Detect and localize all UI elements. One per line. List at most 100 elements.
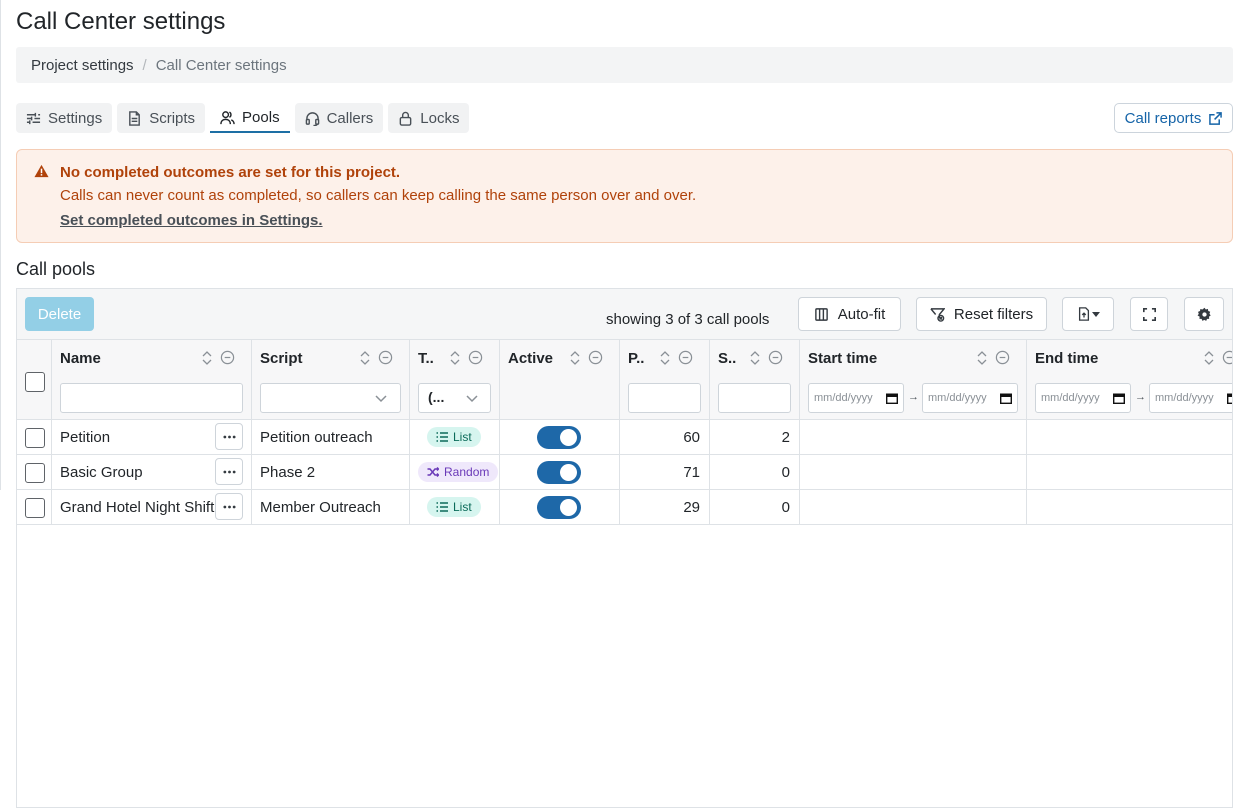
column-s: S.. <box>710 340 800 419</box>
sort-icon[interactable] <box>748 350 762 366</box>
list-icon <box>436 432 448 442</box>
row-actions-button[interactable] <box>215 458 243 485</box>
column-type-label[interactable]: T.. <box>418 350 434 367</box>
sort-icon[interactable] <box>1202 350 1216 366</box>
column-end-time-label[interactable]: End time <box>1035 350 1098 367</box>
page-title: Call Center settings <box>16 8 226 35</box>
cell-end-time <box>1027 420 1232 454</box>
settings-button[interactable] <box>1184 297 1224 331</box>
fullscreen-button[interactable] <box>1130 297 1168 331</box>
column-menu-icon[interactable] <box>995 350 1010 365</box>
sort-icon[interactable] <box>358 350 372 366</box>
call-reports-button[interactable]: Call reports <box>1114 103 1233 133</box>
column-active-label[interactable]: Active <box>508 350 553 367</box>
column-script-label[interactable]: Script <box>260 350 303 367</box>
pool-name[interactable]: Petition <box>60 429 110 446</box>
date-placeholder: mm/dd/yyyy <box>1155 392 1214 404</box>
type-badge-label: List <box>453 430 472 444</box>
tab-pools-label: Pools <box>242 108 280 126</box>
table-row[interactable]: Petition Petition outreach List 60 2 <box>17 420 1232 455</box>
calendar-icon[interactable] <box>1113 393 1125 404</box>
auto-fit-button[interactable]: Auto-fit <box>798 297 901 331</box>
cell-script: Phase 2 <box>252 455 410 489</box>
tab-settings[interactable]: Settings <box>16 103 113 133</box>
tab-pools[interactable]: Pools <box>210 103 290 133</box>
pool-name[interactable]: Basic Group <box>60 464 143 481</box>
more-horizontal-icon <box>222 435 236 438</box>
calendar-icon[interactable] <box>1227 393 1233 404</box>
cell-s: 0 <box>710 490 800 524</box>
tab-locks[interactable]: Locks <box>388 103 470 133</box>
external-link-icon <box>1209 111 1223 125</box>
cell-start-time <box>800 490 1027 524</box>
script-filter-select[interactable] <box>260 383 401 413</box>
row-select-cell <box>17 490 52 524</box>
column-menu-icon[interactable] <box>768 350 783 365</box>
sort-icon[interactable] <box>568 350 582 366</box>
column-name-label[interactable]: Name <box>60 350 101 367</box>
end-time-from-input[interactable]: mm/dd/yyyy <box>1035 383 1131 413</box>
breadcrumb-project-settings[interactable]: Project settings <box>31 57 134 74</box>
date-placeholder: mm/dd/yyyy <box>814 392 873 404</box>
reset-filters-button[interactable]: Reset filters <box>916 297 1047 331</box>
pool-name[interactable]: Grand Hotel Night Shift <box>60 499 214 516</box>
list-icon <box>436 502 448 512</box>
end-time-to-input[interactable]: mm/dd/yyyy <box>1149 383 1233 413</box>
active-toggle[interactable] <box>537 460 581 484</box>
calendar-icon[interactable] <box>1000 393 1012 404</box>
column-p-label[interactable]: P.. <box>628 350 644 367</box>
start-time-to-input[interactable]: mm/dd/yyyy <box>922 383 1018 413</box>
table-row[interactable]: Basic Group Phase 2 Random 71 0 <box>17 455 1232 490</box>
column-menu-icon[interactable] <box>678 350 693 365</box>
start-time-from-input[interactable]: mm/dd/yyyy <box>808 383 904 413</box>
section-title: Call pools <box>16 259 96 279</box>
headset-icon <box>305 111 319 126</box>
export-dropdown-button[interactable] <box>1062 297 1114 331</box>
column-script: Script <box>252 340 410 419</box>
lock-icon <box>399 111 412 126</box>
tab-scripts[interactable]: Scripts <box>117 103 206 133</box>
column-end-time: End time mm/dd/yyyy → mm/dd/yyyy <box>1027 340 1233 419</box>
caret-down-icon <box>1091 311 1100 317</box>
p-filter-input[interactable] <box>628 383 701 413</box>
type-filter-select[interactable]: (... <box>418 383 491 413</box>
cell-active <box>500 490 620 524</box>
s-filter-input[interactable] <box>718 383 791 413</box>
column-menu-icon[interactable] <box>468 350 483 365</box>
column-start-time-label[interactable]: Start time <box>808 350 877 367</box>
column-menu-icon[interactable] <box>588 350 603 365</box>
column-menu-icon[interactable] <box>1222 350 1233 365</box>
breadcrumb-current: Call Center settings <box>155 56 287 74</box>
cell-end-time <box>1027 455 1232 489</box>
column-menu-icon[interactable] <box>220 350 235 365</box>
table-row[interactable]: Grand Hotel Night Shift Member Outreach … <box>17 490 1232 525</box>
row-checkbox[interactable] <box>25 428 45 448</box>
active-toggle[interactable] <box>537 425 581 449</box>
column-s-label[interactable]: S.. <box>718 350 736 367</box>
tab-callers[interactable]: Callers <box>294 103 384 133</box>
name-filter-input[interactable] <box>60 383 243 413</box>
active-toggle[interactable] <box>537 495 581 519</box>
sort-icon[interactable] <box>448 350 462 366</box>
sort-icon[interactable] <box>658 350 672 366</box>
row-actions-button[interactable] <box>215 493 243 520</box>
row-checkbox[interactable] <box>25 463 45 483</box>
select-all-checkbox[interactable] <box>25 372 45 392</box>
cell-type: List <box>410 420 500 454</box>
calendar-icon[interactable] <box>886 393 898 404</box>
warning-triangle-icon <box>34 164 49 178</box>
call-reports-label: Call reports <box>1124 109 1202 127</box>
file-export-icon <box>1078 307 1089 321</box>
sort-icon[interactable] <box>200 350 214 366</box>
column-active: Active <box>500 340 620 419</box>
column-menu-icon[interactable] <box>378 350 393 365</box>
grid-toolbar: Delete showing 3 of 3 call pools Auto-fi… <box>17 289 1232 340</box>
sort-icon[interactable] <box>975 350 989 366</box>
row-checkbox[interactable] <box>25 498 45 518</box>
row-actions-button[interactable] <box>215 423 243 450</box>
set-completed-outcomes-link[interactable]: Set completed outcomes in Settings. <box>60 212 323 229</box>
fullscreen-icon <box>1142 307 1156 321</box>
filter-reset-icon <box>930 307 945 322</box>
type-badge-label: Random <box>444 465 490 479</box>
delete-button[interactable]: Delete <box>25 297 94 331</box>
